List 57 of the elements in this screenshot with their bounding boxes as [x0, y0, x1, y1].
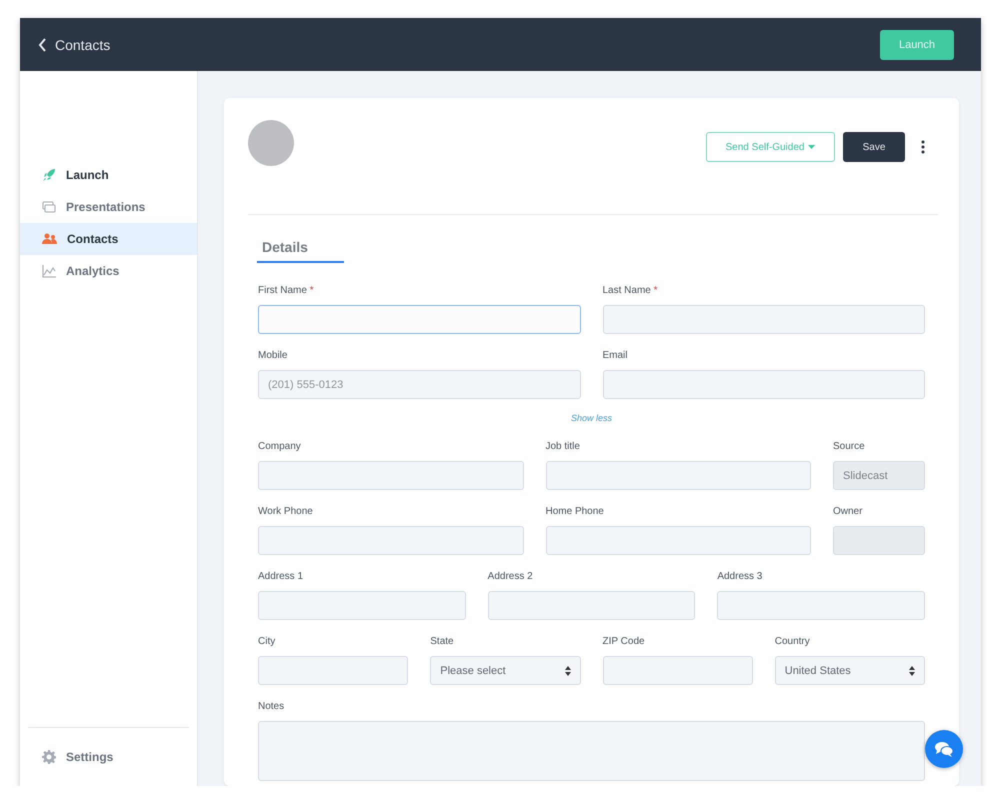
input-field[interactable] — [602, 305, 925, 334]
field-label: Company — [258, 441, 302, 454]
field-label: Country — [774, 636, 811, 649]
input-field[interactable] — [488, 591, 696, 620]
field-label: Notes — [258, 701, 286, 714]
avatar-placeholder — [248, 120, 294, 166]
chat-bubbles-icon — [934, 740, 954, 758]
sidebar-item[interactable]: Presentations — [20, 191, 197, 223]
sidebar-item[interactable]: Contacts — [20, 223, 197, 255]
input-field[interactable] — [258, 591, 466, 620]
input-field[interactable] — [258, 461, 524, 490]
input-field[interactable] — [546, 526, 811, 555]
sidebar-item[interactable]: Analytics — [20, 255, 197, 287]
input-field[interactable] — [833, 526, 925, 555]
caret-icon — [808, 145, 816, 149]
line-chart-icon — [42, 264, 56, 278]
field-label: Last Name * — [602, 285, 659, 298]
chevron-left-icon — [38, 38, 47, 52]
details-tab[interactable]: Details — [257, 239, 344, 263]
settings-item[interactable]: Settings — [20, 728, 197, 786]
field-label: Owner — [833, 506, 864, 519]
show-less-link[interactable]: Show less — [258, 413, 925, 423]
input-field[interactable] — [546, 461, 811, 490]
select-field[interactable]: United States — [774, 656, 925, 685]
sidebar-item[interactable]: Launch — [20, 159, 197, 191]
field-label: ZIP Code — [602, 636, 646, 649]
people-icon — [42, 233, 57, 245]
field-label: Address 2 — [488, 571, 534, 584]
field-label: Source — [833, 441, 866, 454]
input-field[interactable] — [258, 305, 580, 334]
field-label: Home Phone — [546, 506, 605, 519]
input-field[interactable] — [602, 370, 925, 399]
field-label: Address 3 — [717, 571, 764, 584]
field-label: Work Phone — [258, 506, 314, 519]
input-field[interactable]: (201) 555-0123 — [258, 370, 580, 399]
input-field[interactable] — [258, 656, 408, 685]
input-field[interactable] — [602, 656, 753, 685]
field-label: State — [430, 636, 455, 649]
field-label: Job title — [546, 441, 581, 454]
notes-field[interactable] — [258, 721, 925, 781]
sort-arrows-icon — [909, 666, 915, 676]
slides-icon — [42, 201, 56, 213]
sort-arrows-icon — [564, 666, 570, 676]
back-link[interactable]: Contacts — [38, 36, 110, 52]
more-options-icon[interactable] — [921, 140, 925, 154]
rocket-icon — [42, 168, 56, 182]
field-label: First Name * — [258, 285, 315, 298]
gear-icon — [42, 750, 56, 764]
field-label: Mobile — [258, 350, 288, 363]
input-field[interactable] — [258, 526, 524, 555]
input-field[interactable]: Slidecast — [833, 461, 925, 490]
input-field[interactable] — [717, 591, 925, 620]
field-label: Email — [602, 350, 629, 363]
field-label: Address 1 — [258, 571, 304, 584]
select-field[interactable]: Please select — [430, 656, 580, 685]
save-button[interactable]: Save — [843, 132, 905, 162]
field-label: City — [258, 636, 276, 649]
